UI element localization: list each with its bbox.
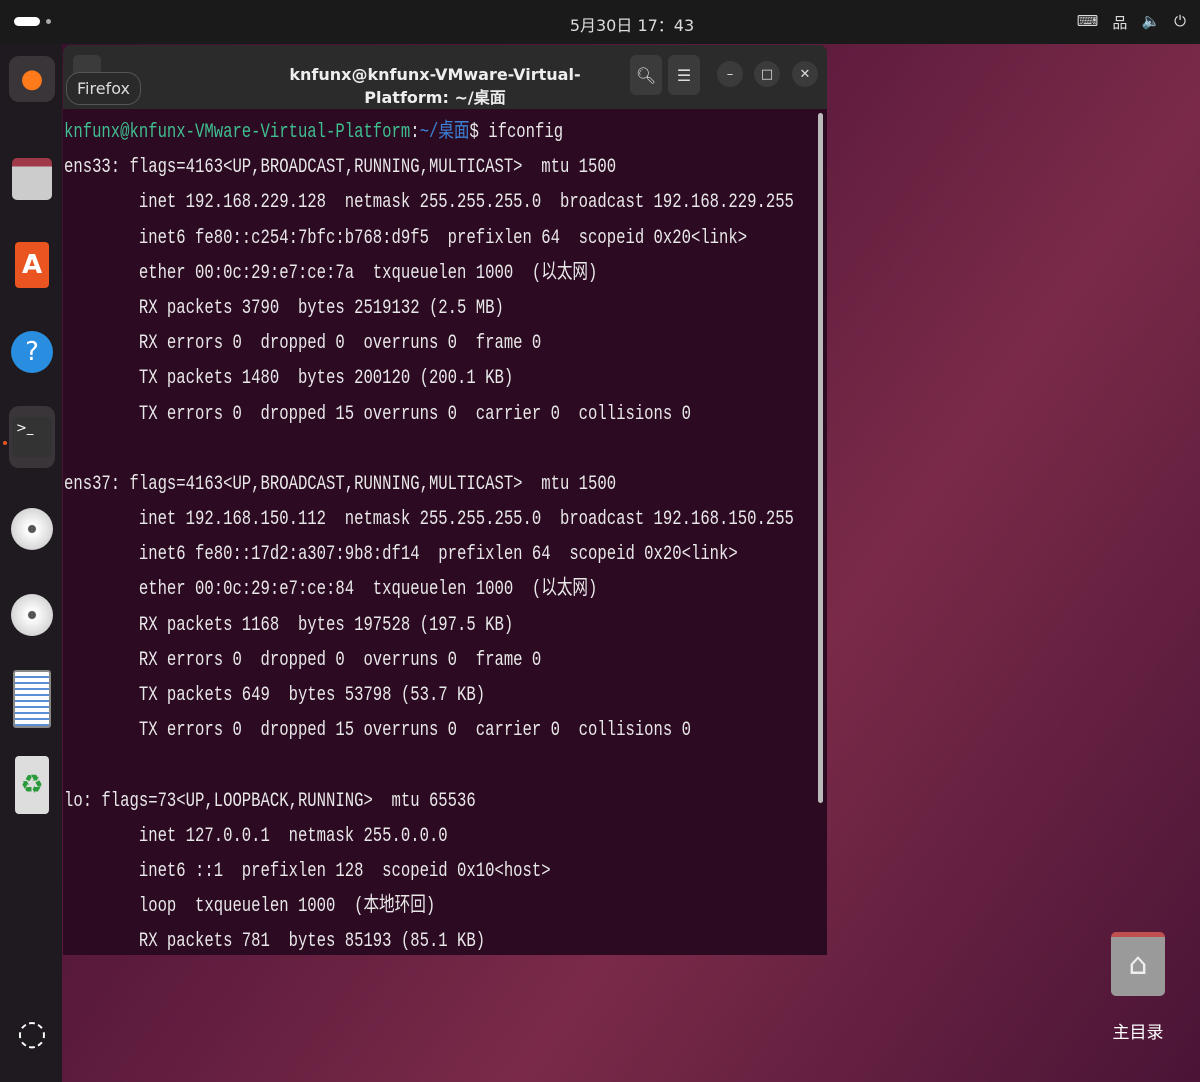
home-folder-label[interactable]: 主目录 [1100, 1018, 1176, 1043]
menu-button[interactable]: ☰ [668, 55, 700, 95]
show-apps-icon[interactable]: ◌ [9, 1010, 55, 1056]
volume-icon[interactable]: 🔈 [1141, 12, 1160, 33]
search-button[interactable]: 🔍︎ [630, 55, 662, 95]
search-icon: 🔍︎ [635, 65, 657, 85]
files-icon[interactable] [9, 156, 55, 202]
terminal-icon[interactable]: >_ [9, 406, 55, 468]
power-icon[interactable]: ⏻ [1174, 12, 1186, 33]
top-bar: 5月30日 17：43 ⌨ 品 🔈 ⏻ [0, 0, 1200, 44]
trash-icon[interactable]: ♻ [9, 756, 55, 814]
terminal-window: knfunx@knfunx-VMware-Virtual-Platform: ~… [63, 45, 827, 955]
window-title: knfunx@knfunx-VMware-Virtual-Platform: ~… [289, 65, 581, 107]
app-center-icon[interactable]: A [9, 242, 55, 288]
prompt-path: ~/桌面 [419, 120, 470, 144]
hamburger-icon: ☰ [676, 65, 692, 85]
disc-icon[interactable] [9, 506, 55, 552]
keyboard-icon[interactable]: ⌨ [1077, 12, 1099, 33]
network-icon[interactable]: 品 [1112, 12, 1127, 33]
terminal-header: knfunx@knfunx-VMware-Virtual-Platform: ~… [63, 45, 827, 109]
dock-tooltip: Firefox [66, 72, 141, 105]
running-indicator [3, 441, 7, 445]
help-icon[interactable]: ? [9, 329, 55, 375]
dock: ● A ? >_ ♻ ◌ [0, 44, 62, 1082]
firefox-icon[interactable]: ● [9, 56, 55, 102]
close-button[interactable]: ✕ [792, 61, 818, 87]
minimize-button[interactable]: – [717, 61, 743, 87]
home-folder-icon[interactable]: ⌂ [1111, 932, 1165, 996]
scrollbar[interactable] [818, 113, 823, 803]
prompt-sep: : [410, 120, 420, 144]
text-editor-icon[interactable] [9, 670, 55, 728]
terminal-output[interactable]: knfunx@knfunx-VMware-Virtual-Platform:~/… [63, 109, 827, 955]
prompt-command: $ ifconfig [469, 120, 564, 144]
prompt-user: knfunx@knfunx-VMware-Virtual-Platform [64, 120, 411, 144]
clock[interactable]: 5月30日 17：43 [0, 12, 1200, 36]
maximize-button[interactable]: □ [754, 61, 780, 87]
output-line: RX packets 781 bytes 85193 (85.1 KB) [64, 929, 486, 953]
disc-icon[interactable] [9, 592, 55, 638]
